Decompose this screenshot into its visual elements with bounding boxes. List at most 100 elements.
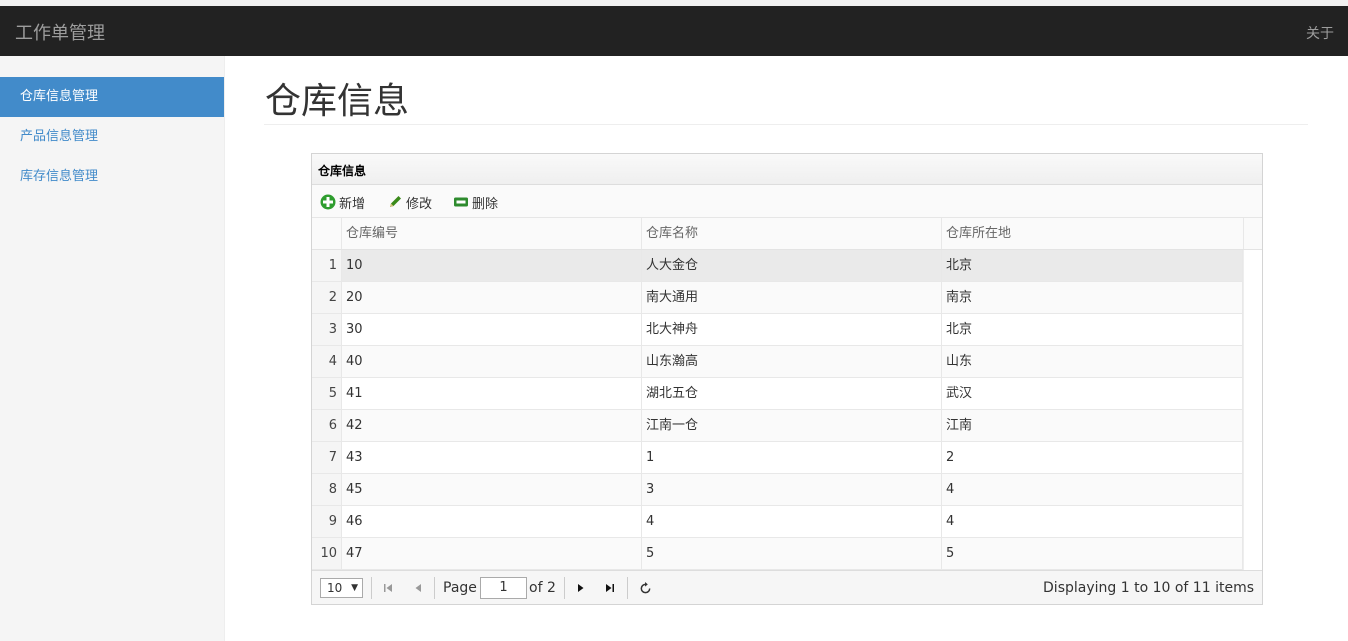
- pagination-info: Displaying 1 to 10 of 11 items: [1043, 580, 1254, 596]
- cell-name: 1: [642, 442, 942, 473]
- edit-button[interactable]: 修改: [387, 193, 433, 212]
- add-button-label: 新增: [339, 196, 366, 212]
- cell-name: 3: [642, 474, 942, 505]
- cell-location: 5: [942, 538, 1243, 569]
- row-number: 3: [312, 314, 342, 345]
- cell-id: 30: [342, 314, 642, 345]
- dropdown-arrow-icon: ▼: [351, 583, 358, 593]
- panel-title: 仓库信息: [318, 164, 367, 178]
- cell-id: 42: [342, 410, 642, 441]
- table-row[interactable]: 1 10 人大金仓 北京: [312, 250, 1243, 282]
- table-row[interactable]: 2 20 南大通用 南京: [312, 282, 1243, 314]
- column-header-name[interactable]: 仓库名称: [642, 218, 942, 249]
- grid-header: 仓库编号 仓库名称 仓库所在地: [312, 218, 1262, 250]
- delete-button[interactable]: 删除: [453, 193, 499, 212]
- prev-page-icon: [415, 584, 421, 592]
- page-size-select[interactable]: 10 ▼: [320, 578, 363, 598]
- cell-id: 47: [342, 538, 642, 569]
- sidebar-item-warehouse[interactable]: 仓库信息管理: [0, 77, 224, 117]
- cell-location: 4: [942, 506, 1243, 537]
- table-row[interactable]: 7 43 1 2: [312, 442, 1243, 474]
- page-number-input[interactable]: 1: [480, 577, 527, 599]
- page-count-label: of 2: [529, 580, 556, 596]
- row-number: 2: [312, 282, 342, 313]
- delete-button-label: 删除: [472, 196, 499, 212]
- cell-location: 江南: [942, 410, 1243, 441]
- top-navbar: 工作单管理 关于: [0, 6, 1348, 56]
- last-page-button[interactable]: [602, 580, 618, 596]
- pagination-bar: 10 ▼ Page 1 of 2 Displaying 1 to 10 of 1…: [312, 570, 1262, 604]
- first-page-icon: [384, 584, 392, 592]
- row-number: 10: [312, 538, 342, 569]
- cell-name: 江南一仓: [642, 410, 942, 441]
- column-header-id[interactable]: 仓库编号: [342, 218, 642, 249]
- brand-title[interactable]: 工作单管理: [15, 19, 105, 45]
- column-header-location[interactable]: 仓库所在地: [942, 218, 1244, 249]
- grid-scrollbar[interactable]: [1243, 250, 1262, 570]
- minus-icon: [454, 197, 468, 207]
- row-number: 1: [312, 250, 342, 281]
- row-number-header: [312, 218, 342, 249]
- cell-name: 湖北五仓: [642, 378, 942, 409]
- row-number: 7: [312, 442, 342, 473]
- cell-id: 46: [342, 506, 642, 537]
- panel-header: 仓库信息: [312, 154, 1262, 185]
- first-page-button[interactable]: [380, 580, 396, 596]
- pencil-icon: [390, 196, 401, 207]
- cell-id: 10: [342, 250, 642, 281]
- cell-location: 南京: [942, 282, 1243, 313]
- row-number: 8: [312, 474, 342, 505]
- pager-separator: [434, 577, 435, 599]
- add-icon: [320, 194, 336, 210]
- pager-separator: [371, 577, 372, 599]
- cell-location: 北京: [942, 250, 1243, 281]
- cell-location: 4: [942, 474, 1243, 505]
- table-row[interactable]: 6 42 江南一仓 江南: [312, 410, 1243, 442]
- cell-id: 40: [342, 346, 642, 377]
- warehouse-grid-panel: 仓库信息 新增 修改 删除 仓库编号 仓库名称 仓库所在地 1 10 人大金仓 …: [311, 153, 1263, 605]
- cell-id: 45: [342, 474, 642, 505]
- cell-name: 山东瀚高: [642, 346, 942, 377]
- cell-id: 41: [342, 378, 642, 409]
- last-page-icon: [606, 584, 614, 592]
- next-page-icon: [578, 584, 584, 592]
- grid-body: 1 10 人大金仓 北京 2 20 南大通用 南京 3 30 北大神舟 北京 4…: [312, 250, 1243, 570]
- add-button[interactable]: 新增: [320, 193, 366, 212]
- table-row[interactable]: 5 41 湖北五仓 武汉: [312, 378, 1243, 410]
- cell-name: 人大金仓: [642, 250, 942, 281]
- cell-location: 北京: [942, 314, 1243, 345]
- refresh-button[interactable]: [637, 580, 653, 596]
- page-size-value: 10: [327, 581, 343, 595]
- next-page-button[interactable]: [573, 580, 589, 596]
- table-row[interactable]: 8 45 3 4: [312, 474, 1243, 506]
- cell-id: 43: [342, 442, 642, 473]
- pager-separator: [627, 577, 628, 599]
- table-row[interactable]: 3 30 北大神舟 北京: [312, 314, 1243, 346]
- cell-id: 20: [342, 282, 642, 313]
- cell-name: 4: [642, 506, 942, 537]
- title-divider: [264, 124, 1308, 125]
- pager-separator: [564, 577, 565, 599]
- cell-name: 5: [642, 538, 942, 569]
- cell-name: 南大通用: [642, 282, 942, 313]
- table-row[interactable]: 9 46 4 4: [312, 506, 1243, 538]
- refresh-icon: [640, 581, 650, 593]
- table-row[interactable]: 4 40 山东瀚高 山东: [312, 346, 1243, 378]
- sidebar: 仓库信息管理 产品信息管理 库存信息管理: [0, 56, 225, 641]
- cell-name: 北大神舟: [642, 314, 942, 345]
- edit-button-label: 修改: [406, 196, 433, 212]
- sidebar-item-product[interactable]: 产品信息管理: [0, 117, 224, 157]
- cell-location: 武汉: [942, 378, 1243, 409]
- page-title: 仓库信息: [265, 81, 410, 122]
- row-number: 4: [312, 346, 342, 377]
- about-link[interactable]: 关于: [1306, 23, 1334, 43]
- table-row[interactable]: 10 47 5 5: [312, 538, 1243, 570]
- sidebar-item-inventory[interactable]: 库存信息管理: [0, 157, 224, 197]
- row-number: 5: [312, 378, 342, 409]
- prev-page-button[interactable]: [410, 580, 426, 596]
- cell-location: 山东: [942, 346, 1243, 377]
- page-label: Page: [443, 580, 477, 596]
- grid-toolbar: 新增 修改 删除: [312, 185, 1262, 218]
- row-number: 9: [312, 506, 342, 537]
- cell-location: 2: [942, 442, 1243, 473]
